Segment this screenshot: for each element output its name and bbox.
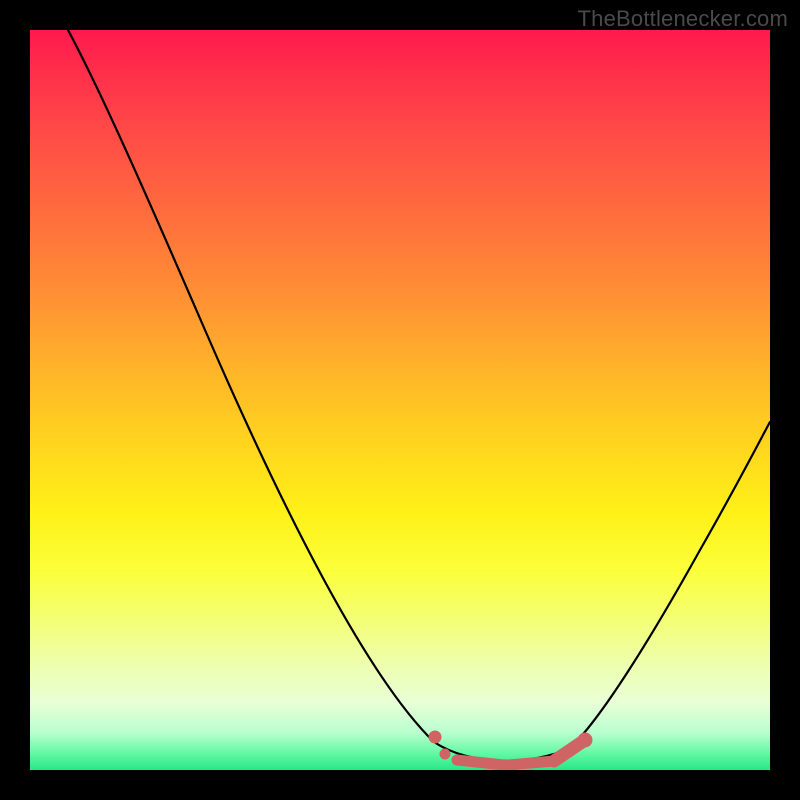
optimal-markers — [429, 731, 592, 765]
chart-curve-layer — [30, 30, 770, 770]
bottleneck-curve — [68, 30, 770, 761]
bottleneck-chart — [30, 30, 770, 770]
watermark-text: TheBottlenecker.com — [578, 6, 788, 32]
